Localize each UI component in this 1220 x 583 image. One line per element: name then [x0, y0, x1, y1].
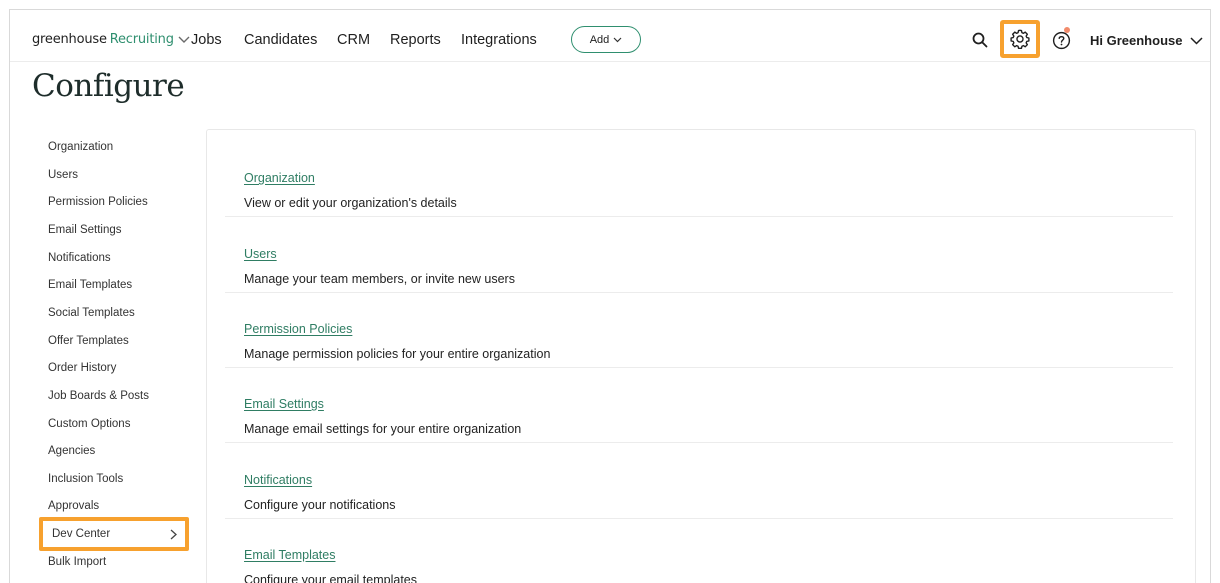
section-link-email-settings[interactable]: Email Settings — [244, 397, 324, 411]
settings-section-permission-policies: Permission Policies Manage permission po… — [225, 292, 1173, 368]
section-link-users[interactable]: Users — [244, 247, 277, 261]
app-window: greenhouse Recruiting Jobs Candidates CR… — [9, 9, 1211, 583]
section-link-organization[interactable]: Organization — [244, 171, 315, 185]
section-link-permission-policies[interactable]: Permission Policies — [244, 322, 352, 336]
settings-button[interactable] — [1000, 20, 1040, 58]
notification-dot — [1064, 27, 1070, 33]
add-button-label: Add — [589, 33, 610, 46]
add-button[interactable]: Add — [571, 26, 641, 53]
sidebar-item-email-templates[interactable]: Email Templates — [48, 275, 132, 295]
sidebar-item-notifications[interactable]: Notifications — [48, 248, 111, 268]
nav-link-integrations[interactable]: Integrations — [461, 32, 537, 48]
settings-section-organization: Organization View or edit your organizat… — [225, 141, 1173, 217]
logo-product: Recruiting — [109, 32, 174, 47]
sidebar-item-organization[interactable]: Organization — [48, 137, 113, 157]
section-description: Configure your email templates — [244, 573, 417, 583]
sidebar-item-bulk-import[interactable]: Bulk Import — [48, 552, 106, 572]
section-description: Configure your notifications — [244, 498, 396, 512]
sidebar-item-approvals[interactable]: Approvals — [48, 496, 99, 516]
section-link-notifications[interactable]: Notifications — [244, 473, 312, 487]
gear-icon — [1010, 29, 1030, 50]
sidebar-item-custom-options[interactable]: Custom Options — [48, 414, 130, 434]
section-description: Manage your team members, or invite new … — [244, 272, 515, 286]
help-button[interactable] — [1051, 30, 1071, 50]
user-menu[interactable]: Hi Greenhouse — [1090, 33, 1203, 48]
user-greeting: Hi Greenhouse — [1090, 33, 1183, 48]
settings-list: Organization View or edit your organizat… — [206, 129, 1196, 583]
search-button[interactable] — [971, 31, 989, 49]
chevron-down-icon — [613, 37, 622, 42]
sidebar-item-social-templates[interactable]: Social Templates — [48, 303, 135, 323]
sidebar-item-label: Dev Center — [52, 528, 111, 540]
nav-link-jobs[interactable]: Jobs — [191, 32, 222, 48]
sidebar-item-order-history[interactable]: Order History — [48, 358, 116, 378]
settings-section-notifications: Notifications Configure your notificatio… — [225, 443, 1173, 519]
nav-link-reports[interactable]: Reports — [390, 32, 441, 48]
settings-section-email-settings: Email Settings Manage email settings for… — [225, 367, 1173, 443]
logo-text: greenhouse — [32, 32, 107, 47]
help-icon — [1052, 31, 1070, 49]
sidebar-item-dev-center[interactable]: Dev Center — [39, 517, 189, 551]
sidebar-item-job-boards-posts[interactable]: Job Boards & Posts — [48, 386, 149, 406]
search-icon — [972, 32, 988, 48]
nav-link-crm[interactable]: CRM — [337, 32, 370, 48]
product-switcher[interactable]: greenhouse Recruiting — [32, 32, 190, 47]
nav-link-candidates[interactable]: Candidates — [244, 32, 317, 48]
page-title: Configure — [32, 68, 185, 104]
chevron-down-icon — [1190, 36, 1203, 45]
section-description: View or edit your organization's details — [244, 196, 457, 210]
sidebar-item-offer-templates[interactable]: Offer Templates — [48, 331, 129, 351]
sidebar-item-agencies[interactable]: Agencies — [48, 441, 95, 461]
sidebar-item-inclusion-tools[interactable]: Inclusion Tools — [48, 469, 123, 489]
section-link-email-templates[interactable]: Email Templates — [244, 548, 335, 562]
section-description: Manage email settings for your entire or… — [244, 422, 522, 436]
sidebar-item-email-settings[interactable]: Email Settings — [48, 220, 122, 240]
settings-section-users: Users Manage your team members, or invit… — [225, 217, 1173, 293]
chevron-down-icon — [178, 36, 190, 43]
sidebar-item-permission-policies[interactable]: Permission Policies — [48, 192, 148, 212]
top-nav: greenhouse Recruiting Jobs Candidates CR… — [10, 10, 1210, 62]
chevron-right-icon — [170, 529, 177, 540]
settings-section-email-templates: Email Templates Configure your email tem… — [225, 518, 1173, 583]
section-description: Manage permission policies for your enti… — [244, 347, 551, 361]
sidebar-item-users[interactable]: Users — [48, 165, 78, 185]
